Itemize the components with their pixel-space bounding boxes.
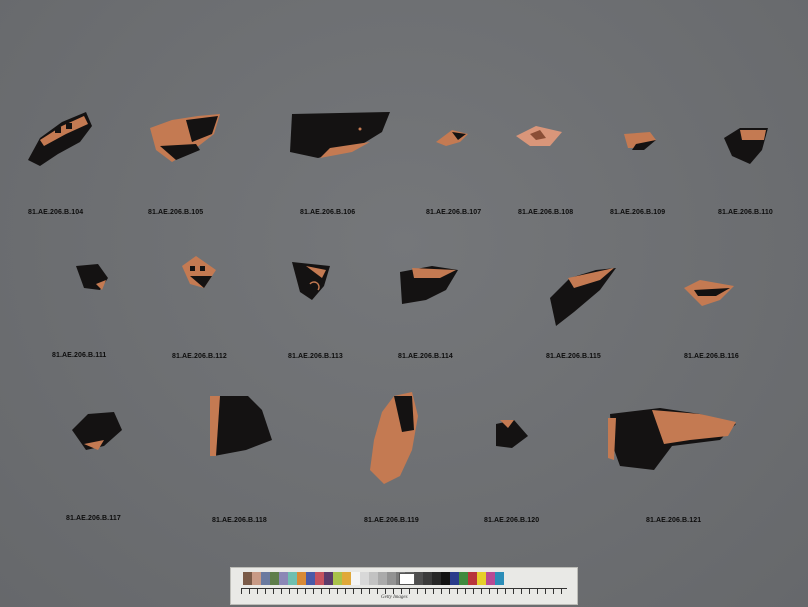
color-swatch	[423, 572, 432, 585]
color-swatch	[315, 572, 324, 585]
color-swatch	[252, 572, 261, 585]
object-label-112: 81.AE.206.B.112	[172, 353, 227, 360]
object-label-121: 81.AE.206.B.121	[646, 517, 702, 524]
sherd-105	[150, 114, 220, 162]
sherd-104	[28, 112, 92, 166]
color-swatch	[369, 572, 378, 585]
object-label-110: 81.AE.206.B.110	[718, 209, 773, 216]
color-swatch	[333, 572, 342, 585]
color-swatch	[378, 572, 387, 585]
object-label-107: 81.AE.206.B.107	[426, 209, 482, 216]
object-label-116: 81.AE.206.B.116	[684, 353, 739, 360]
card-logo-text: Getty Images	[381, 595, 408, 600]
object-label-114: 81.AE.206.B.114	[398, 353, 453, 360]
color-swatch	[324, 572, 333, 585]
object-label-111: 81.AE.206.B.111	[52, 352, 107, 359]
sherd-119	[370, 392, 418, 484]
sherd-110	[724, 128, 768, 164]
color-swatch	[459, 572, 468, 585]
color-swatch	[360, 572, 369, 585]
object-label-113: 81.AE.206.B.113	[288, 353, 343, 360]
object-label-106: 81.AE.206.B.106	[300, 209, 356, 216]
color-swatch	[414, 572, 423, 585]
object-label-119: 81.AE.206.B.119	[364, 517, 419, 524]
color-calibration-card: Getty Images	[230, 567, 578, 605]
color-swatch	[342, 572, 351, 585]
logo-icon	[399, 573, 415, 585]
sherd-112	[182, 256, 216, 288]
object-label-117: 81.AE.206.B.117	[66, 515, 121, 522]
color-swatch	[288, 572, 297, 585]
sherd-108	[516, 126, 562, 146]
color-swatch	[486, 572, 495, 585]
color-swatch	[387, 572, 396, 585]
scale-ruler	[241, 588, 567, 594]
color-swatch-row	[243, 572, 504, 585]
sherd-115	[550, 268, 616, 326]
photo-scene: 81.AE.206.B.104 81.AE.206.B.105 81.AE.20…	[0, 0, 808, 607]
sherd-121	[608, 408, 736, 470]
sherd-collection	[28, 112, 768, 484]
color-swatch	[441, 572, 450, 585]
object-label-115: 81.AE.206.B.115	[546, 353, 601, 360]
color-swatch	[495, 572, 504, 585]
color-swatch	[261, 572, 270, 585]
sherd-116	[684, 280, 734, 306]
object-label-108: 81.AE.206.B.108	[518, 209, 574, 216]
object-label-105: 81.AE.206.B.105	[148, 209, 204, 216]
sherd-118	[210, 396, 272, 456]
color-swatch	[297, 572, 306, 585]
sherd-113	[292, 262, 330, 300]
color-swatch	[468, 572, 477, 585]
object-label-104: 81.AE.206.B.104	[28, 209, 84, 216]
sherd-111	[76, 264, 108, 290]
color-swatch	[351, 572, 360, 585]
sherd-114	[400, 266, 458, 304]
sherd-109	[624, 132, 656, 150]
object-label-118: 81.AE.206.B.118	[212, 517, 267, 524]
color-swatch	[270, 572, 279, 585]
object-label-120: 81.AE.206.B.120	[484, 517, 540, 524]
color-swatch	[432, 572, 441, 585]
color-swatch	[279, 572, 288, 585]
sherd-106	[290, 112, 390, 158]
color-swatch	[450, 572, 459, 585]
sherd-107	[436, 130, 468, 146]
color-swatch	[243, 572, 252, 585]
object-label-109: 81.AE.206.B.109	[610, 209, 666, 216]
sherd-120	[496, 420, 528, 448]
color-swatch	[477, 572, 486, 585]
sherd-117	[72, 412, 122, 450]
color-swatch	[306, 572, 315, 585]
